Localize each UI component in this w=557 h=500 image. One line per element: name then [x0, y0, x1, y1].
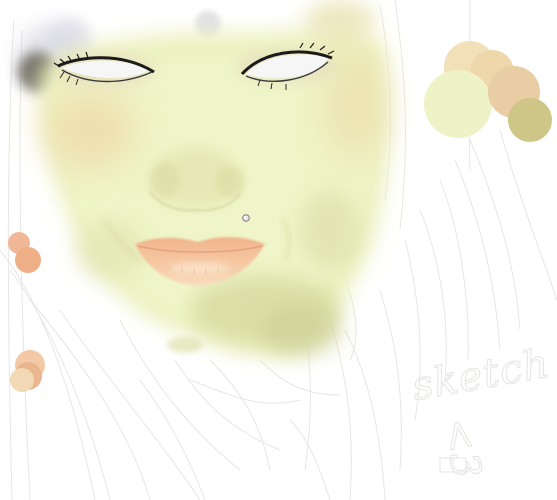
- swatches-left-upper: [8, 232, 41, 273]
- sketch-text: sketch: [409, 341, 554, 410]
- heart-doodle: <3: [434, 415, 490, 483]
- lip-piercing: [242, 214, 250, 222]
- drawing-canvas[interactable]: sketch <3: [0, 0, 557, 500]
- sketch-note: sketch <3: [408, 340, 554, 483]
- painting-svg: sketch <3: [0, 0, 557, 500]
- swatches-top-right: [424, 41, 552, 142]
- swatches-left-lower: [10, 350, 45, 392]
